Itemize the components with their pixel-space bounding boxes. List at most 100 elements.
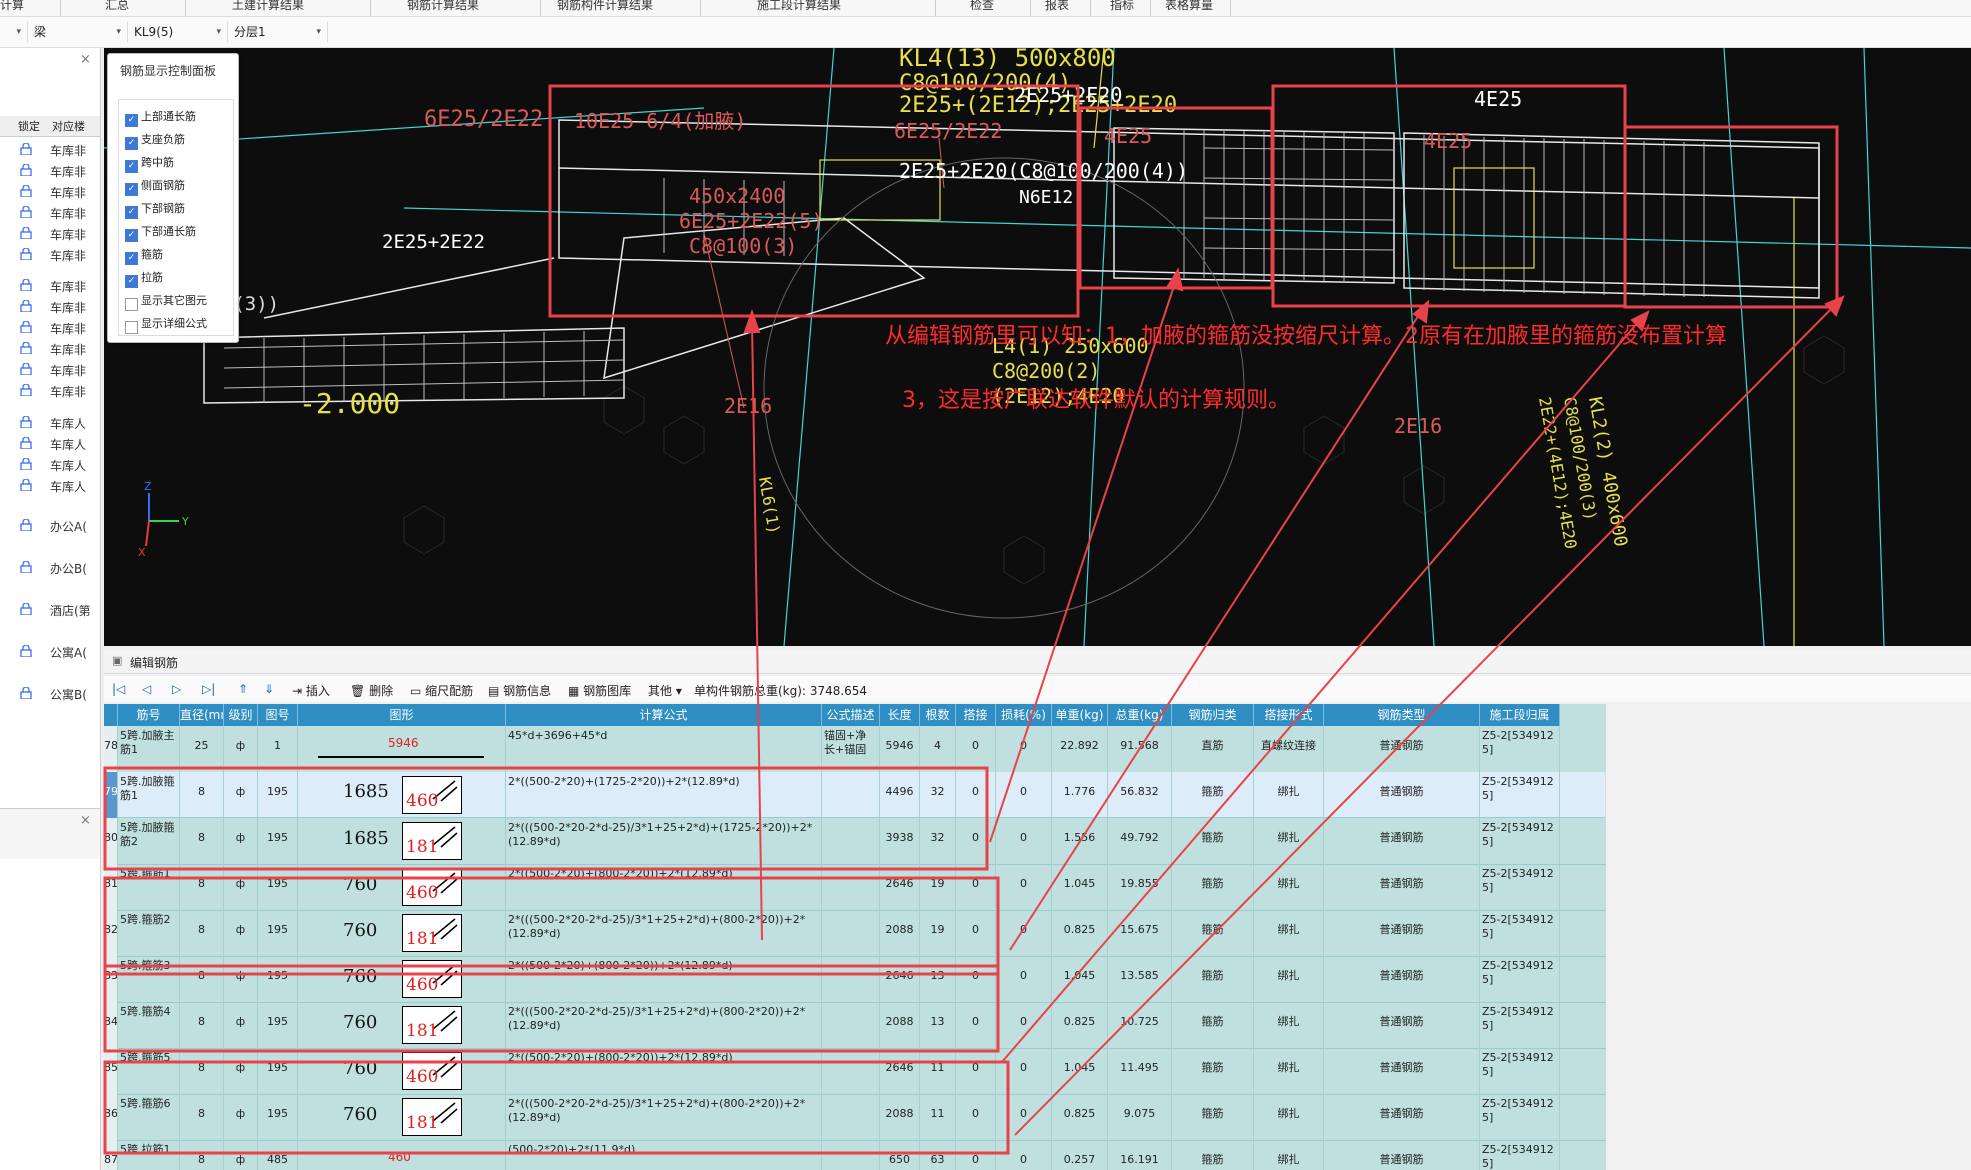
cell-cls[interactable]: 箍筋 xyxy=(1172,1140,1254,1170)
cell-no[interactable]: 83 xyxy=(104,956,118,1002)
list-item[interactable]: 车库人 xyxy=(0,434,100,454)
cell-total[interactable]: 19.855 xyxy=(1108,864,1172,910)
cell-fig[interactable]: 195 xyxy=(258,818,298,864)
cell-unit[interactable]: 1.776 xyxy=(1052,772,1108,818)
cell-formula[interactable]: 2*(((500-2*20-2*d-25)/3*1+25+2*d)+(800-2… xyxy=(506,1002,822,1048)
close-icon[interactable]: × xyxy=(80,813,91,828)
list-item[interactable]: 车库非 xyxy=(0,339,100,359)
cell-total[interactable]: 49.792 xyxy=(1108,818,1172,864)
table-row[interactable]: 85 5跨.箍筋5 8 ф 195 760 460 2*((500-2*20)+(800-2*… xyxy=(104,1048,1606,1095)
cell-formula[interactable]: 2*((500-2*20)+(1725-2*20))+2*(12.89*d) xyxy=(506,772,822,818)
cell-shape[interactable]: 760 181 xyxy=(298,1094,506,1140)
lock-icon[interactable] xyxy=(20,561,32,573)
column-header[interactable]: 钢筋类型 xyxy=(1324,704,1480,726)
first-icon[interactable]: |◁ xyxy=(112,682,125,696)
cell-seg[interactable]: Z5-2[534912 5] xyxy=(1480,1002,1560,1048)
cell-formula[interactable]: 2*((500-2*20)+(800-2*20))+2*(12.89*d) xyxy=(506,864,822,910)
scale-rebar-button[interactable]: ▭ 缩尺配筋 xyxy=(410,682,473,699)
column-header[interactable]: 损耗(%) xyxy=(996,704,1052,726)
lock-icon[interactable] xyxy=(20,519,32,531)
list-item[interactable]: 公寓A( xyxy=(0,642,100,662)
cell-len[interactable]: 650 xyxy=(880,1140,920,1170)
cell-formula[interactable]: 2*(((500-2*20-2*d-25)/3*1+25+2*d)+(800-2… xyxy=(506,1094,822,1140)
cell-lap-type[interactable]: 绑扎 xyxy=(1254,1094,1324,1140)
cell-grade[interactable]: ф xyxy=(224,1140,258,1170)
cell-seg[interactable]: Z5-2[534912 5] xyxy=(1480,864,1560,910)
cell-fig[interactable]: 195 xyxy=(258,910,298,956)
lock-icon[interactable] xyxy=(20,248,32,260)
list-item[interactable]: 公寓B( xyxy=(0,684,100,704)
cell-seg[interactable]: Z5-2[534912 5] xyxy=(1480,956,1560,1002)
cell-lap[interactable]: 0 xyxy=(956,1140,996,1170)
cell-no[interactable]: 86 xyxy=(104,1094,118,1140)
cell-shape[interactable]: 760 460 xyxy=(298,1048,506,1094)
cell-loss[interactable]: 0 xyxy=(996,726,1052,772)
lock-icon[interactable] xyxy=(20,321,32,333)
list-item[interactable]: 办公B( xyxy=(0,558,100,578)
cell-count[interactable]: 11 xyxy=(920,1094,956,1140)
cell-seg[interactable]: Z5-2[534912 5] xyxy=(1480,1140,1560,1170)
last-icon[interactable]: ▷| xyxy=(202,682,215,696)
cell-total[interactable]: 56.832 xyxy=(1108,772,1172,818)
cell-shape[interactable]: 1685 460 xyxy=(298,772,506,818)
cell-lap-type[interactable]: 绑扎 xyxy=(1254,1002,1324,1048)
column-header[interactable]: 搭接 xyxy=(956,704,996,726)
lock-icon[interactable] xyxy=(20,416,32,428)
cell-dia[interactable]: 8 xyxy=(180,1048,224,1094)
cell-total[interactable]: 91.568 xyxy=(1108,726,1172,772)
cell-no[interactable]: 79 xyxy=(104,772,118,818)
cell-dia[interactable]: 8 xyxy=(180,1002,224,1048)
lock-icon[interactable] xyxy=(20,384,32,396)
column-header[interactable]: 级别 xyxy=(224,704,258,726)
list-item[interactable]: 车库非 xyxy=(0,140,100,160)
cell-count[interactable]: 11 xyxy=(920,1048,956,1094)
cell-unit[interactable]: 1.045 xyxy=(1052,956,1108,1002)
cell-dia[interactable]: 8 xyxy=(180,1140,224,1170)
cell-cls[interactable]: 直筋 xyxy=(1172,726,1254,772)
cell-unit[interactable]: 1.556 xyxy=(1052,818,1108,864)
cell-count[interactable]: 32 xyxy=(920,772,956,818)
next-icon[interactable]: ▷ xyxy=(172,682,181,696)
checkbox-top-through-rebar[interactable]: ✓ 上部通长筋 xyxy=(125,108,196,127)
other-menu-button[interactable]: 其他 ▾ xyxy=(648,682,682,699)
cell-lap[interactable]: 0 xyxy=(956,1002,996,1048)
table-row[interactable]: 84 5跨.箍筋4 8 ф 195 760 181 2*(((500-2*20-2*d-25)… xyxy=(104,1002,1606,1049)
cell-seg[interactable]: Z5-2[534912 5] xyxy=(1480,1048,1560,1094)
menu-report[interactable]: 报表 xyxy=(1045,0,1069,13)
table-row[interactable]: 86 5跨.箍筋6 8 ф 195 760 181 2*(((500-2*20-2*d-25)… xyxy=(104,1094,1606,1141)
cell-type[interactable]: 普通钢筋 xyxy=(1324,1002,1480,1048)
menu-table-quantity[interactable]: 表格算量 xyxy=(1165,0,1213,13)
cell-dia[interactable]: 8 xyxy=(180,910,224,956)
cell-desc[interactable] xyxy=(822,864,880,910)
cell-total[interactable]: 16.191 xyxy=(1108,1140,1172,1170)
cell-fig[interactable]: 195 xyxy=(258,1002,298,1048)
menu-rebar-results[interactable]: 钢筋计算结果 xyxy=(407,0,479,13)
cell-shape[interactable]: 760 460 xyxy=(298,956,506,1002)
cell-seg[interactable]: Z5-2[534912 5] xyxy=(1480,818,1560,864)
menu-index[interactable]: 指标 xyxy=(1110,0,1134,13)
cell-desc[interactable] xyxy=(822,1002,880,1048)
cell-type[interactable]: 普通钢筋 xyxy=(1324,956,1480,1002)
cell-desc[interactable] xyxy=(822,1140,880,1170)
cell-shape[interactable]: 760 181 xyxy=(298,910,506,956)
cell-len[interactable]: 3938 xyxy=(880,818,920,864)
cell-loss[interactable]: 0 xyxy=(996,1094,1052,1140)
cell-seg[interactable]: Z5-2[534912 5] xyxy=(1480,726,1560,772)
cell-name[interactable]: 5跨.箍筋2 xyxy=(118,910,180,956)
column-header[interactable]: 图形 xyxy=(298,704,506,726)
table-row[interactable]: 78 5跨.加腋主筋1 25 ф 1 5946 45*d+3696+45*d 锚固+净长+锚固… xyxy=(104,726,1606,773)
lock-icon[interactable] xyxy=(20,458,32,470)
list-item[interactable]: 车库人 xyxy=(0,455,100,475)
cell-no[interactable]: 85 xyxy=(104,1048,118,1094)
cell-name[interactable]: 5跨.加腋主筋1 xyxy=(118,726,180,772)
lock-icon[interactable] xyxy=(20,363,32,375)
lock-icon[interactable] xyxy=(20,603,32,615)
lock-icon[interactable] xyxy=(20,206,32,218)
list-item[interactable]: 办公A( xyxy=(0,516,100,536)
cell-fig[interactable]: 195 xyxy=(258,772,298,818)
cell-formula[interactable]: 2*((500-2*20)+(800-2*20))+2*(12.89*d) xyxy=(506,1048,822,1094)
cell-fig[interactable]: 195 xyxy=(258,1048,298,1094)
cell-lap[interactable]: 0 xyxy=(956,864,996,910)
cell-unit[interactable]: 0.825 xyxy=(1052,1094,1108,1140)
cell-lap-type[interactable]: 绑扎 xyxy=(1254,1140,1324,1170)
